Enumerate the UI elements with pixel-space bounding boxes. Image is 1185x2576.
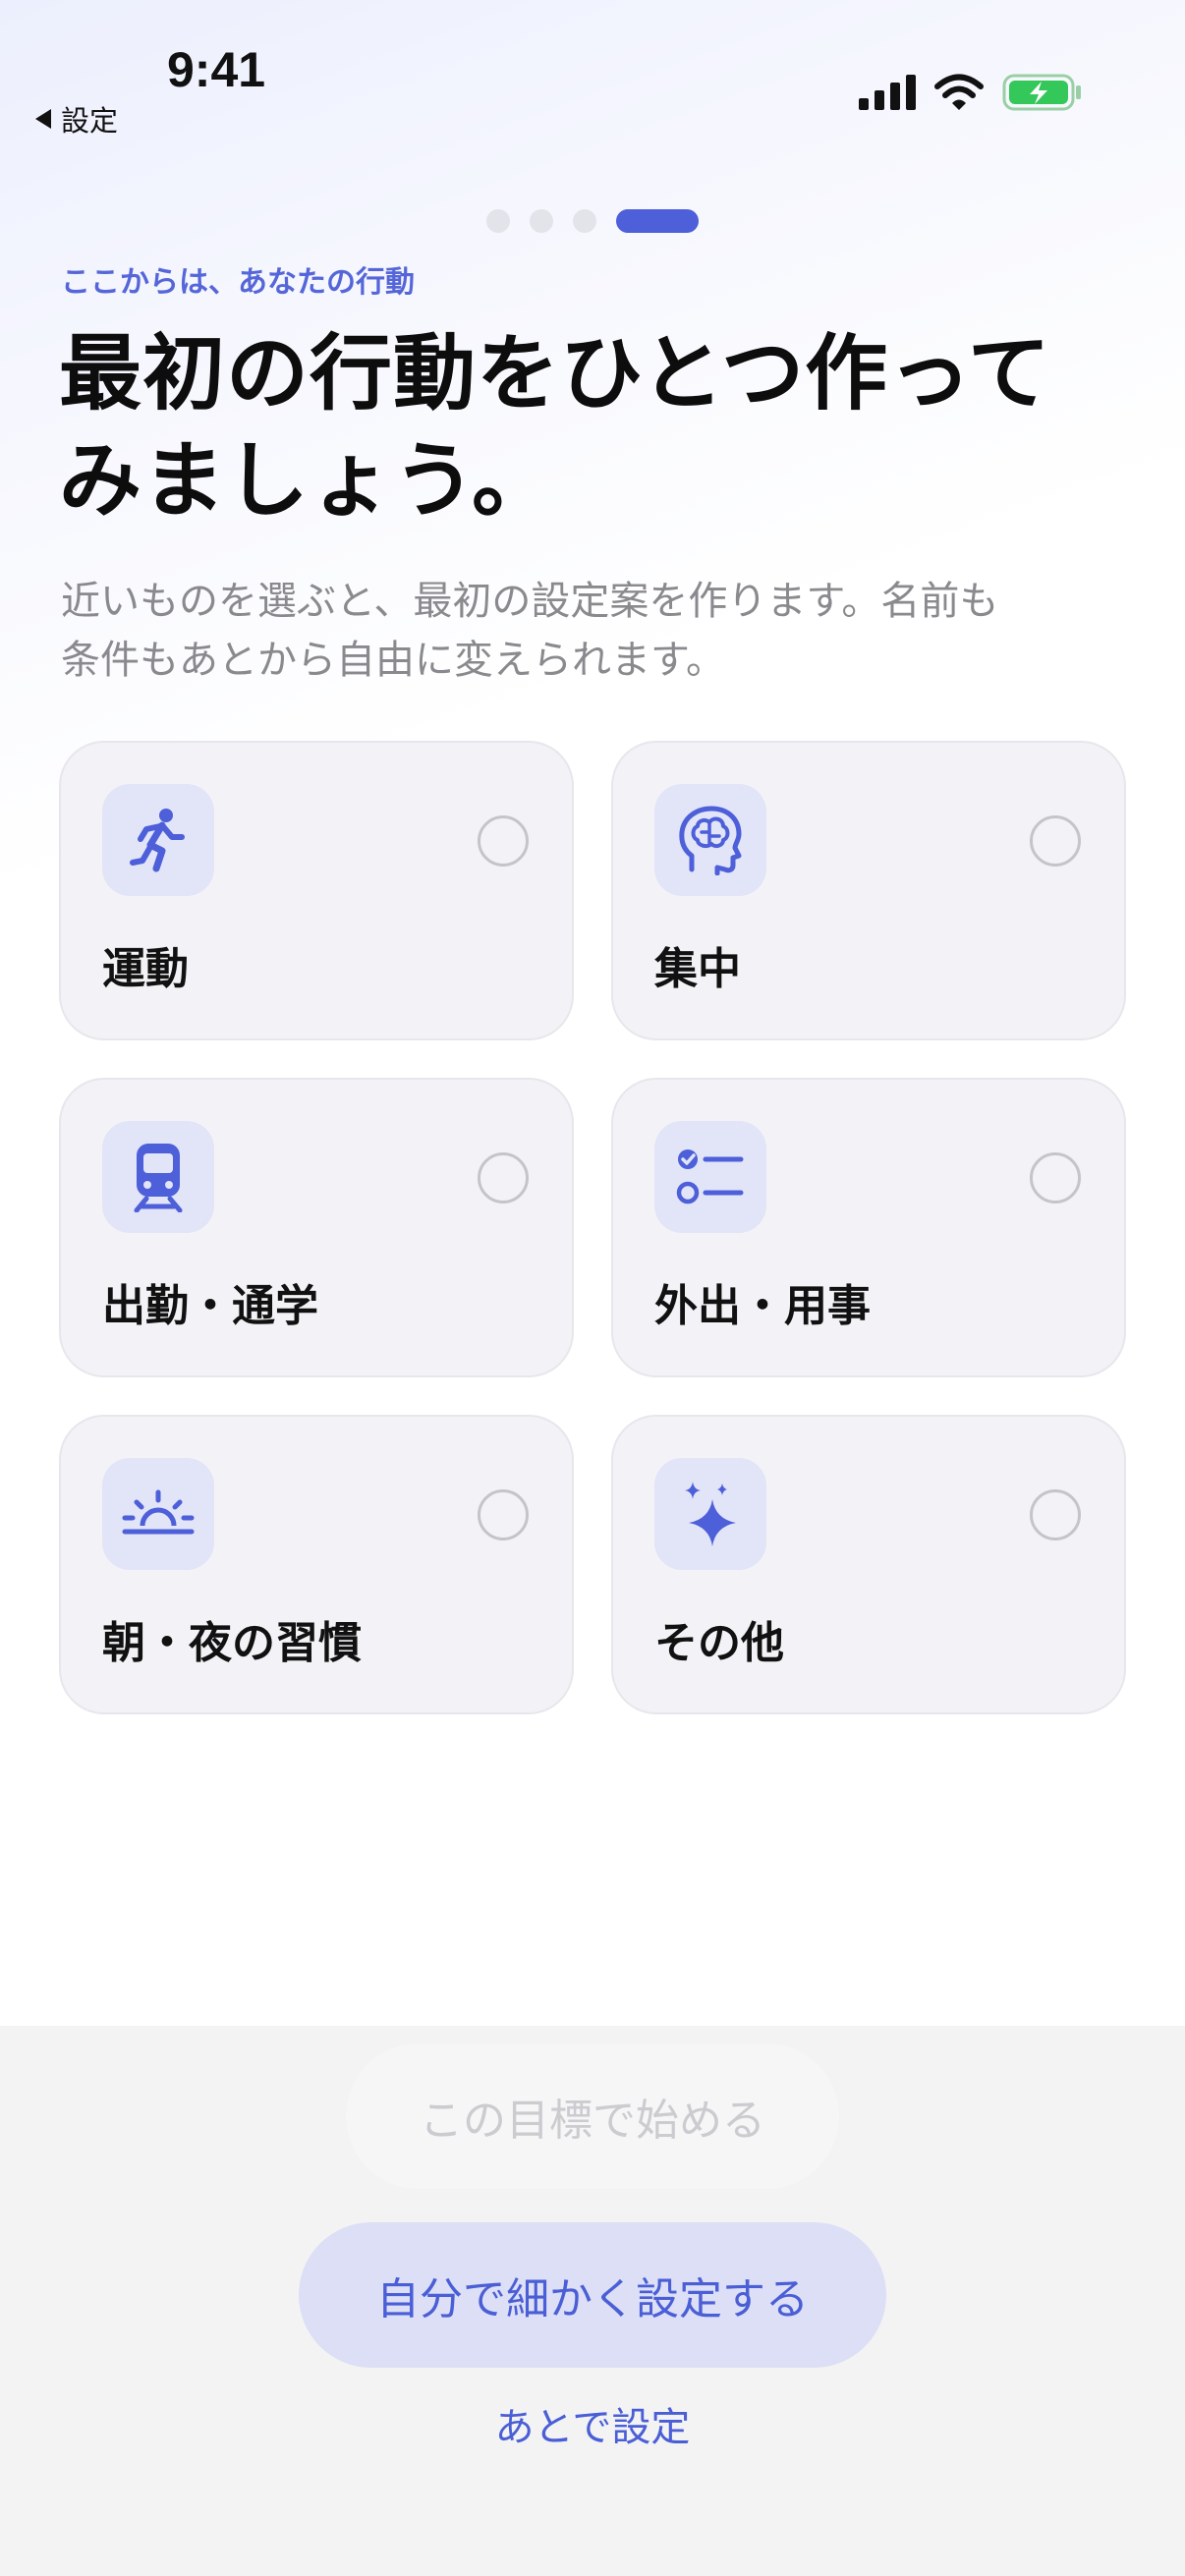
option-radio[interactable] [1030,1152,1081,1204]
custom-setup-button[interactable]: 自分で細かく設定する [299,2222,886,2368]
page-indicator [0,209,1185,233]
activity-options-grid: 運動 集中 出勤・通学 外出・用事 朝・夜の習慣 その他 [59,741,1126,1714]
back-to-settings-link[interactable]: 設定 [35,98,118,140]
page-dot-4-active [616,209,699,233]
option-icon-tile [654,1121,766,1233]
onboarding-screen: 9:41 設定 ここからは、あなたの行動 最初の行動をひとつ作って みましょう。… [0,0,1185,2576]
status-time: 9:41 [167,42,266,97]
description-line-1: 近いものを選ぶと、最初の設定案を作ります。名前も [61,579,999,624]
option-icon-tile [654,1458,766,1570]
page-dot-2 [530,209,553,233]
sunrise-icon [122,1489,195,1535]
back-label: 設定 [61,104,119,138]
title-line-1: 最初の行動をひとつ作って [59,325,1051,421]
status-icons [859,73,1083,112]
eyebrow-text: ここからは、あなたの行動 [61,265,415,300]
option-radio[interactable] [1030,1489,1081,1540]
train-icon [134,1144,183,1212]
option-card-exercise[interactable]: 運動 [59,741,574,1040]
start-with-goal-button[interactable]: この目標で始める [346,2044,839,2189]
checklist-icon [676,1149,744,1204]
cellular-signal-icon [859,75,916,110]
option-icon-tile [102,1121,214,1233]
option-label: 運動 [102,944,189,994]
page-dot-1 [486,209,510,233]
option-card-other[interactable]: その他 [611,1415,1126,1714]
option-radio[interactable] [478,1489,529,1540]
page-description: 近いものを選ぶと、最初の設定案を作ります。名前も 条件もあとから自由に変えられま… [61,572,1142,690]
option-label: 外出・用事 [654,1281,871,1331]
option-icon-tile [654,784,766,896]
title-line-2: みましょう。 [59,432,555,530]
option-card-commute[interactable]: 出勤・通学 [59,1078,574,1377]
wifi-icon [934,74,984,110]
set-later-link[interactable]: あとで設定 [0,2395,1185,2452]
option-label: 朝・夜の習慣 [102,1618,362,1668]
option-icon-tile [102,1458,214,1570]
option-card-focus[interactable]: 集中 [611,741,1126,1040]
sparkles-icon [685,1482,736,1546]
option-label: その他 [654,1618,784,1668]
option-radio[interactable] [478,815,529,867]
battery-charging-icon [1002,74,1081,111]
option-card-errands[interactable]: 外出・用事 [611,1078,1126,1377]
page-dot-3 [573,209,596,233]
page-title: 最初の行動をひとつ作って みましょう。 [59,320,1140,534]
option-label: 集中 [654,944,741,994]
option-label: 出勤・通学 [102,1281,318,1331]
running-icon [130,809,185,872]
option-icon-tile [102,784,214,896]
option-radio[interactable] [1030,815,1081,867]
option-card-routine[interactable]: 朝・夜の習慣 [59,1415,574,1714]
brain-icon [679,806,742,875]
back-arrow-icon [35,109,51,129]
description-line-2: 条件もあとから自由に変えられます。 [61,638,725,683]
option-radio[interactable] [478,1152,529,1204]
